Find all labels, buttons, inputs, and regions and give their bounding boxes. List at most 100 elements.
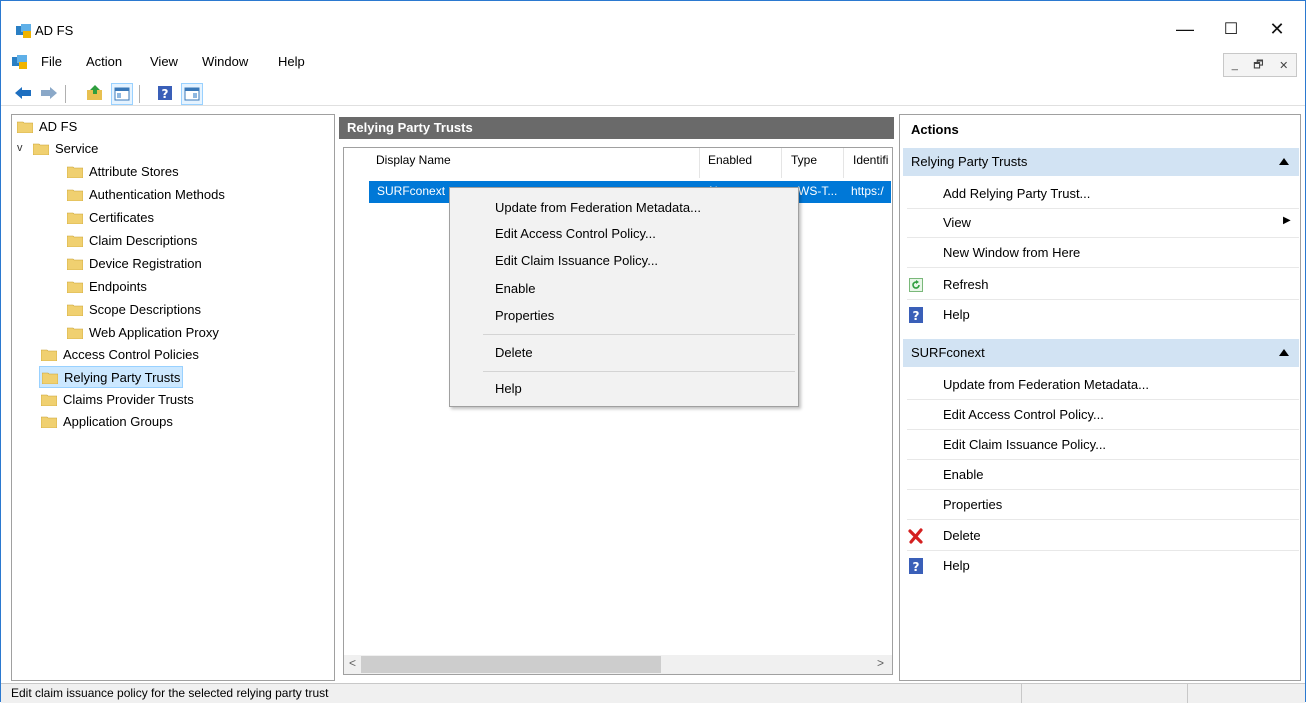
tree-label: Claim Descriptions <box>89 232 198 248</box>
action-enable[interactable]: Enable <box>943 467 983 482</box>
results-pane-title: Relying Party Trusts <box>339 117 894 139</box>
context-menu-item-edit-claim-issuance-policy[interactable]: Edit Claim Issuance Policy... <box>495 253 658 268</box>
menu-file[interactable]: File <box>41 54 62 69</box>
context-menu-item-properties[interactable]: Properties <box>495 308 554 323</box>
context-menu-item-edit-access-control-policy[interactable]: Edit Access Control Policy... <box>495 226 656 241</box>
folder-icon <box>67 326 83 339</box>
action-delete[interactable]: Delete <box>943 528 981 543</box>
folder-icon <box>67 165 83 178</box>
up-folder-icon[interactable] <box>85 83 105 103</box>
row-identifier: https:/ <box>851 184 884 198</box>
actions-group-label: Relying Party Trusts <box>911 154 1028 169</box>
scroll-left-arrow-icon[interactable]: < <box>349 656 356 670</box>
column-header-display-name[interactable]: Display Name <box>376 153 451 167</box>
context-menu-item-update-from-federation-metadata[interactable]: Update from Federation Metadata... <box>495 200 701 215</box>
folder-icon <box>41 393 57 406</box>
show-hide-action-pane-icon[interactable] <box>181 83 203 105</box>
tree-item-web-application-proxy[interactable]: Web Application Proxy <box>67 322 219 342</box>
folder-icon <box>67 188 83 201</box>
refresh-icon <box>908 277 924 293</box>
column-header-type[interactable]: Type <box>791 153 817 167</box>
actions-group-relying-party-trusts[interactable]: Relying Party Trusts <box>903 148 1299 176</box>
svg-text:?: ? <box>913 309 920 323</box>
folder-icon <box>67 234 83 247</box>
collapse-triangle-icon[interactable] <box>1279 158 1289 165</box>
action-add-relying-party-trust[interactable]: Add Relying Party Trust... <box>943 186 1090 201</box>
action-edit-claim-issuance-policy[interactable]: Edit Claim Issuance Policy... <box>943 437 1106 452</box>
forward-arrow-icon[interactable] <box>39 83 59 103</box>
context-menu-separator <box>483 371 795 372</box>
tree-label: Scope Descriptions <box>89 301 201 317</box>
back-arrow-icon[interactable] <box>13 83 33 103</box>
tree-item-claims-provider-trusts[interactable]: Claims Provider Trusts <box>41 389 194 409</box>
folder-icon <box>67 303 83 316</box>
action-help[interactable]: Help <box>943 558 970 573</box>
action-update-from-federation-metadata[interactable]: Update from Federation Metadata... <box>943 377 1149 392</box>
help-icon: ? <box>908 558 924 574</box>
app-window: AD FS — ☐ ✕ File Action View Window Help… <box>0 0 1306 703</box>
menu-action[interactable]: Action <box>86 54 122 69</box>
menu-view[interactable]: View <box>150 54 178 69</box>
action-view[interactable]: View <box>943 215 971 230</box>
tree-item-endpoints[interactable]: Endpoints <box>67 276 147 296</box>
folder-icon <box>67 257 83 270</box>
action-refresh[interactable]: Refresh <box>943 277 989 292</box>
tree-item-service[interactable]: v Service <box>17 138 98 158</box>
tree-label: Web Application Proxy <box>89 324 219 340</box>
mdi-controls: _ 🗗 ✕ <box>1223 53 1297 77</box>
title-bar <box>1 1 1305 47</box>
folder-icon <box>67 280 83 293</box>
actions-title: Actions <box>911 122 959 137</box>
tree-label: Access Control Policies <box>63 346 199 362</box>
row-type: WS-T... <box>798 184 838 198</box>
tree-item-scope-descriptions[interactable]: Scope Descriptions <box>67 299 201 319</box>
svg-text:?: ? <box>162 87 169 101</box>
tree-item-device-registration[interactable]: Device Registration <box>67 253 202 273</box>
scroll-right-arrow-icon[interactable]: > <box>877 656 884 670</box>
tree-item-attribute-stores[interactable]: Attribute Stores <box>67 161 179 181</box>
action-edit-access-control-policy[interactable]: Edit Access Control Policy... <box>943 407 1104 422</box>
action-new-window-from-here[interactable]: New Window from Here <box>943 245 1080 260</box>
mdi-minimize-button[interactable]: _ <box>1232 59 1238 71</box>
tree-item-claim-descriptions[interactable]: Claim Descriptions <box>67 230 197 250</box>
window-title: AD FS <box>35 23 74 38</box>
column-header-enabled[interactable]: Enabled <box>708 153 752 167</box>
tree-item-relying-party-trusts[interactable]: Relying Party Trusts <box>39 366 184 388</box>
close-button[interactable]: ✕ <box>1254 13 1300 45</box>
tree-item-certificates[interactable]: Certificates <box>67 207 154 227</box>
tree-item-access-control-policies[interactable]: Access Control Policies <box>41 344 199 364</box>
tree-item-authentication-methods[interactable]: Authentication Methods <box>67 184 225 204</box>
tree-item-adfs[interactable]: AD FS <box>17 116 77 136</box>
context-menu-item-help[interactable]: Help <box>495 381 522 396</box>
scrollbar-thumb[interactable] <box>361 656 661 673</box>
menu-help[interactable]: Help <box>278 54 305 69</box>
tree-label: Attribute Stores <box>89 163 179 179</box>
maximize-button[interactable]: ☐ <box>1208 13 1254 45</box>
action-properties[interactable]: Properties <box>943 497 1002 512</box>
menu-window[interactable]: Window <box>202 54 248 69</box>
chevron-down-icon[interactable]: v <box>17 142 33 154</box>
action-help[interactable]: Help <box>943 307 970 322</box>
context-menu-item-delete[interactable]: Delete <box>495 345 533 360</box>
tree-label: AD FS <box>39 118 78 134</box>
folder-icon <box>42 371 58 384</box>
help-icon[interactable]: ? <box>155 83 175 103</box>
actions-group-surfconext[interactable]: SURFconext <box>903 339 1299 367</box>
column-header-identifier[interactable]: Identifi <box>853 153 889 167</box>
help-icon: ? <box>908 307 924 323</box>
context-menu: Update from Federation Metadata... Edit … <box>449 187 799 407</box>
tree-label: Endpoints <box>89 278 147 294</box>
folder-icon <box>33 142 49 155</box>
delete-icon <box>908 528 924 544</box>
minimize-button[interactable]: — <box>1162 13 1208 45</box>
collapse-triangle-icon[interactable] <box>1279 349 1289 356</box>
show-hide-console-tree-icon[interactable] <box>111 83 133 105</box>
mdi-close-button[interactable]: ✕ <box>1279 59 1288 72</box>
tree-label: Relying Party Trusts <box>64 369 181 385</box>
tree-item-application-groups[interactable]: Application Groups <box>41 411 173 431</box>
tree-label: Authentication Methods <box>89 186 225 202</box>
folder-icon <box>41 415 57 428</box>
menu-app-icon[interactable] <box>11 54 29 73</box>
context-menu-item-enable[interactable]: Enable <box>495 281 535 296</box>
mdi-restore-button[interactable]: 🗗 <box>1253 56 1263 75</box>
